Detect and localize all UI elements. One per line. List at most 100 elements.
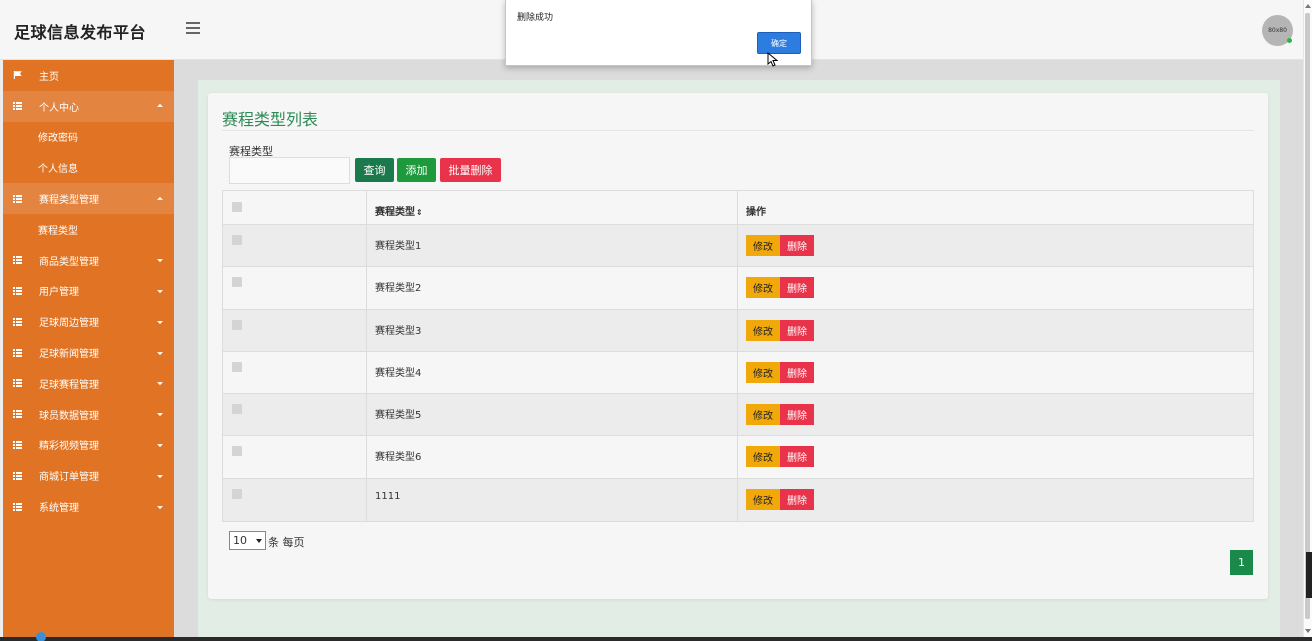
delete-button[interactable]: 删除 (780, 319, 814, 341)
sidebar-item-12[interactable]: 精彩视频管理 (3, 430, 174, 461)
sidebar-item-4[interactable]: 赛程类型管理 (3, 183, 174, 214)
row-type-name: 赛程类型4 (375, 367, 422, 379)
sidebar-item-11[interactable]: 球员数据管理 (3, 399, 174, 430)
menu-toggle-icon[interactable] (186, 22, 200, 34)
scroll-thumb[interactable] (1305, 13, 1310, 619)
edit-button[interactable]: 修改 (746, 404, 780, 426)
row-checkbox[interactable] (232, 361, 242, 372)
flag-icon (13, 71, 22, 80)
sidebar-item-3[interactable]: 个人信息 (3, 152, 174, 183)
sidebar-item-1[interactable]: 个人中心 (3, 90, 174, 122)
header-type[interactable]: 赛程类型⇕ (367, 191, 738, 224)
sidebar-item-label: 足球新闻管理 (39, 349, 99, 361)
sidebar-item-13[interactable]: 商城订单管理 (3, 460, 174, 491)
sidebar-item-8[interactable]: 足球周边管理 (3, 306, 174, 337)
row-type-cell: 1111 (367, 478, 738, 522)
pagination-page-1[interactable]: 1 (1230, 550, 1253, 575)
row-type-name: 1111 (375, 490, 401, 502)
row-select-cell (223, 478, 367, 522)
sidebar-item-14[interactable]: 系统管理 (3, 491, 174, 522)
list-card: 赛程类型列表 赛程类型 查询 添加 批量删除 赛程类型⇕ 操作 赛程类型1 修改删… (208, 93, 1268, 599)
grid-icon (13, 102, 22, 111)
row-type-name: 赛程类型1 (375, 241, 422, 252)
row-actions-cell: 修改 删除 (738, 352, 1253, 393)
sidebar-item-5[interactable]: 赛程类型 (3, 214, 174, 245)
row-type-name: 赛程类型6 (375, 452, 422, 464)
sidebar-item-label: 精彩视频管理 (39, 441, 99, 453)
sidebar-item-label: 赛程类型管理 (39, 195, 99, 207)
row-actions-cell: 修改 删除 (738, 310, 1253, 351)
select-all-checkbox[interactable] (232, 202, 242, 212)
delete-button[interactable]: 删除 (780, 488, 814, 510)
chevron-up-icon (157, 196, 163, 200)
edit-button[interactable]: 修改 (746, 319, 780, 341)
edit-button[interactable]: 修改 (746, 235, 780, 256)
sidebar-item-label: 商品类型管理 (39, 256, 99, 268)
page-size-select[interactable]: 10 (229, 531, 266, 550)
scroll-up-icon[interactable] (1305, 4, 1311, 8)
batch-delete-button[interactable]: 批量删除 (440, 158, 501, 182)
row-actions-cell: 修改 删除 (738, 225, 1253, 266)
edit-button[interactable]: 修改 (746, 488, 780, 510)
row-checkbox[interactable] (232, 319, 242, 330)
search-input[interactable] (229, 157, 350, 184)
sidebar-item-label: 赛程类型 (38, 225, 78, 237)
query-button[interactable]: 查询 (355, 158, 394, 182)
chevron-down-icon (157, 320, 163, 324)
delete-button[interactable]: 删除 (780, 361, 814, 383)
sort-icon[interactable]: ⇕ (416, 208, 423, 217)
delete-button[interactable]: 删除 (780, 277, 814, 299)
side-strip (1306, 552, 1312, 598)
sidebar-item-0[interactable]: 主页 (3, 60, 174, 91)
sidebar-item-label: 足球周边管理 (39, 318, 99, 330)
avatar[interactable]: 80x80 (1262, 15, 1293, 46)
app-title: 足球信息发布平台 (14, 23, 147, 42)
row-checkbox[interactable] (232, 235, 242, 245)
row-checkbox[interactable] (232, 404, 242, 415)
sidebar-item-2[interactable]: 修改密码 (3, 122, 174, 153)
row-select-cell (223, 309, 367, 351)
sidebar-item-6[interactable]: 商品类型管理 (3, 245, 174, 276)
data-table: 赛程类型⇕ 操作 赛程类型1 修改 删除 赛程类型2 修改 删除 赛程类型3 修改 删除 赛程类型… (222, 190, 1254, 523)
row-checkbox[interactable] (232, 277, 242, 288)
delete-button[interactable]: 删除 (780, 235, 814, 256)
edit-button[interactable]: 修改 (746, 361, 780, 383)
chevron-down-icon (157, 444, 163, 448)
add-button[interactable]: 添加 (397, 158, 436, 182)
chevron-down-icon (157, 351, 163, 355)
edit-button[interactable]: 修改 (746, 446, 780, 468)
row-select-cell (223, 394, 367, 436)
chevron-down-icon (157, 259, 163, 263)
grid-icon (13, 286, 22, 295)
header-actions-label: 操作 (746, 207, 766, 218)
avatar-placeholder-text: 80x80 (1268, 27, 1287, 34)
row-checkbox[interactable] (232, 488, 242, 499)
delete-button[interactable]: 删除 (780, 446, 814, 468)
sidebar: 主页 个人中心修改密码个人信息赛程类型管理 赛程类型商品类型管理用户管理足球周边管理… (3, 60, 174, 641)
progress-indicator-dot (36, 632, 46, 641)
row-type-cell: 赛程类型2 (367, 267, 738, 309)
delete-button[interactable]: 删除 (780, 404, 814, 426)
edit-button[interactable]: 修改 (746, 277, 780, 299)
grid-icon (13, 379, 22, 388)
row-actions-cell: 修改 删除 (738, 479, 1253, 521)
sidebar-item-label: 修改密码 (38, 133, 78, 145)
table-row: 赛程类型5 修改 删除 (223, 394, 1253, 437)
sidebar-item-7[interactable]: 用户管理 (3, 276, 174, 307)
mouse-cursor-icon (767, 52, 778, 67)
dialog-message: 删除成功 (517, 13, 554, 23)
sidebar-item-9[interactable]: 足球新闻管理 (3, 337, 174, 368)
scroll-down-icon[interactable] (1305, 629, 1311, 633)
table-row: 1111 修改 删除 (223, 478, 1253, 522)
row-checkbox[interactable] (232, 446, 242, 457)
sidebar-item-10[interactable]: 足球赛程管理 (3, 368, 174, 399)
row-select-cell (223, 436, 367, 478)
grid-icon (13, 410, 22, 419)
dialog-ok-button[interactable]: 确定 (757, 32, 801, 54)
grid-icon (13, 317, 22, 326)
row-type-name: 赛程类型3 (375, 325, 422, 337)
grid-icon (13, 440, 22, 449)
grid-icon (13, 502, 22, 511)
chevron-down-icon (157, 413, 163, 417)
row-type-cell: 赛程类型3 (367, 309, 738, 351)
